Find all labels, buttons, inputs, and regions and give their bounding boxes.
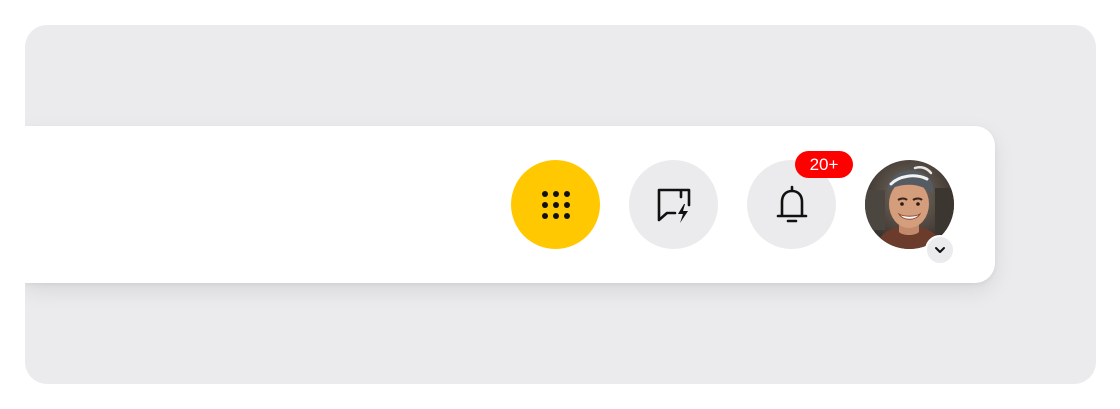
chevron-down-icon <box>935 247 945 253</box>
notification-count-badge: 20+ <box>795 151 853 178</box>
profile-dropdown-toggle[interactable] <box>925 235 955 265</box>
app-frame: 20+ <box>25 25 1096 384</box>
message-lightning-icon <box>657 188 690 223</box>
top-bar: 20+ <box>25 126 995 283</box>
quick-message-button[interactable] <box>629 160 718 249</box>
profile-menu[interactable] <box>865 160 955 265</box>
apps-menu-button[interactable] <box>511 160 600 249</box>
grid-dots-icon <box>541 190 570 219</box>
bell-icon <box>776 185 807 222</box>
